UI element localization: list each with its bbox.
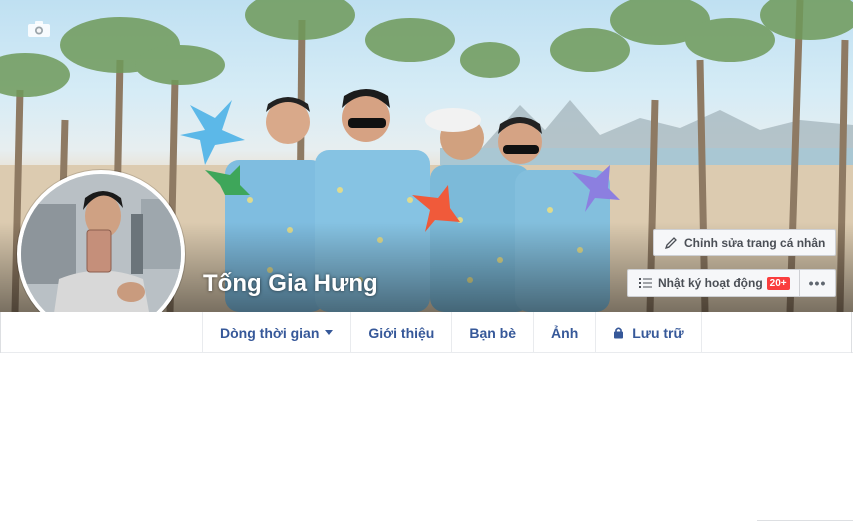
- tab-photos-label: Ảnh: [551, 324, 579, 341]
- tab-friends-label: Bạn bè: [469, 324, 517, 341]
- tab-archive[interactable]: Lưu trữ: [595, 312, 702, 353]
- lock-icon: [614, 327, 624, 339]
- activity-log-button[interactable]: Nhật ký hoạt động 20+: [627, 269, 800, 297]
- profile-picture: [21, 174, 181, 334]
- activity-log-label: Nhật ký hoạt động: [658, 276, 763, 290]
- content-card-edge: [757, 520, 853, 524]
- navbar-right-border: [851, 312, 852, 353]
- tab-photos[interactable]: Ảnh: [533, 312, 595, 353]
- edit-profile-label: Chỉnh sửa trang cá nhân: [684, 235, 826, 250]
- profile-name[interactable]: Tống Gia Hưng: [203, 270, 378, 298]
- list-icon: [639, 278, 652, 288]
- profile-page: Tống Gia Hưng Chỉnh sửa trang cá nhân Nh…: [0, 0, 853, 524]
- more-dots-icon: •••: [808, 275, 827, 291]
- activity-count-badge: 20+: [766, 276, 790, 290]
- tab-friends[interactable]: Bạn bè: [451, 312, 533, 353]
- camera-icon[interactable]: [27, 20, 51, 38]
- tab-about-label: Giới thiệu: [368, 324, 435, 341]
- tab-timeline-label: Dòng thời gian: [220, 324, 320, 341]
- navbar-left-border: [0, 312, 1, 353]
- pencil-icon: [664, 236, 677, 249]
- more-options-button[interactable]: •••: [799, 269, 836, 297]
- profile-picture-image: [21, 174, 181, 334]
- tab-timeline[interactable]: Dòng thời gian: [202, 312, 350, 353]
- edit-profile-button[interactable]: Chỉnh sửa trang cá nhân: [653, 229, 836, 256]
- profile-tabs: Dòng thời gian Giới thiệu Bạn bè Ảnh Lưu…: [202, 312, 702, 353]
- caret-down-icon: [325, 330, 334, 335]
- tab-about[interactable]: Giới thiệu: [350, 312, 451, 353]
- tab-archive-label: Lưu trữ: [632, 324, 684, 341]
